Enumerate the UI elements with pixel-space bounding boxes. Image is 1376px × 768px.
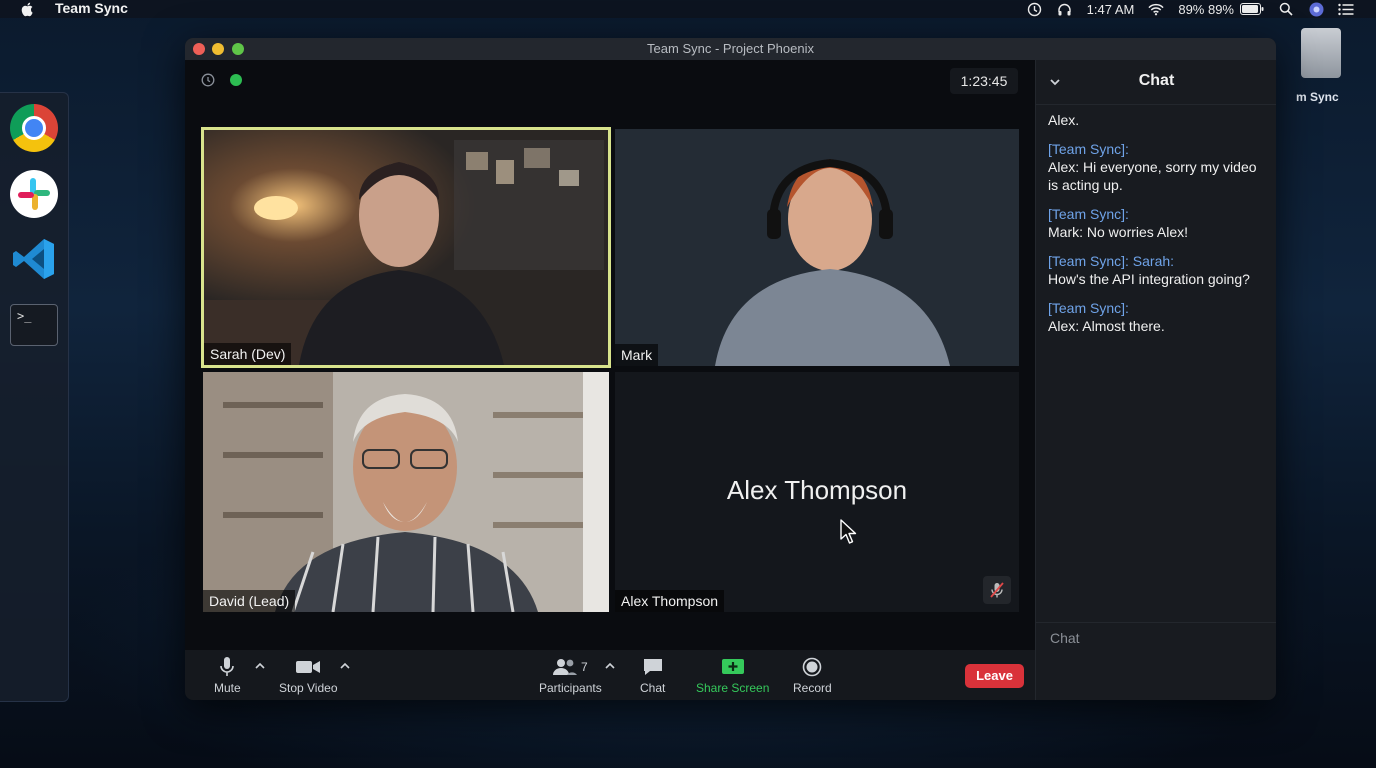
chat-header: Chat [1036,60,1276,105]
participant-name: Alex Thompson [615,590,725,612]
message-sender: [Team Sync]: [1048,206,1129,222]
meeting-timer: 1:23:45 [950,68,1018,94]
meeting-info-icon[interactable] [201,73,215,87]
siri-icon[interactable] [1308,1,1324,17]
meeting-info-bar: 1:23:45 [185,60,1035,104]
hard-drive-icon[interactable] [1301,28,1341,78]
participant-video-mark [615,129,1019,366]
participant-display-name: Alex Thompson [726,475,908,505]
message-text: How's the API integration going? [1048,271,1250,287]
mute-label: Mute [214,681,241,695]
participant-video-sarah [204,130,608,365]
terminal-icon[interactable]: >_ [10,304,58,346]
stop-video-label: Stop Video [279,681,338,695]
mouse-cursor-icon [840,519,857,544]
message-sender: [Team Sync]: [1048,300,1129,316]
participants-options-caret-icon[interactable] [604,660,616,672]
menu-bar: Team Sync 1:47 AM 89% 89% [0,0,1376,18]
chat-message: [Team Sync]: Mark: No worries Alex! [1048,205,1270,241]
video-tile-sarah[interactable]: Sarah (Dev) [201,127,611,368]
share-screen-label: Share Screen [696,681,770,695]
chat-message: [Team Sync]: Alex: Hi everyone, sorry my… [1048,140,1270,194]
battery-percent: 89% 89% [1178,1,1234,17]
microphone-icon [219,656,235,678]
clock[interactable]: 1:47 AM [1087,2,1135,17]
headphones-icon[interactable] [1057,1,1073,17]
notification-center-icon[interactable] [1338,1,1354,17]
video-tile-mark[interactable]: Mark [615,129,1019,366]
participants-count: 7 [581,660,588,674]
record-icon [802,656,822,678]
message-sender: [Team Sync]: Sarah: [1048,253,1175,269]
message-text: Alex: Hi everyone, sorry my video is act… [1048,159,1257,193]
stop-video-button[interactable]: Stop Video [279,656,338,695]
window-title: Team Sync - Project Phoenix [647,41,814,56]
wifi-icon[interactable] [1148,1,1164,17]
participant-name: David (Lead) [203,590,296,612]
leave-button[interactable]: Leave [965,664,1024,688]
chat-messages: Alex. [Team Sync]: Alex: Hi everyone, so… [1048,111,1270,346]
spotlight-search-icon[interactable] [1278,1,1294,17]
participant-video-david [203,372,609,612]
mute-button[interactable]: Mute [214,656,241,695]
terminal-prompt: >_ [17,309,32,323]
battery-status[interactable]: 89% 89% [1178,2,1264,17]
message-sender: [Team Sync]: [1048,141,1129,157]
drive-label[interactable]: m Sync [1296,90,1339,104]
participant-name: Mark [615,344,659,366]
participants-icon-group: 7 [553,656,588,678]
video-tile-alex[interactable]: Alex Thompson Alex Thompson [615,372,1019,612]
slack-icon[interactable] [10,170,58,218]
chat-input[interactable] [1036,623,1276,653]
vscode-icon[interactable] [10,235,58,283]
video-camera-icon [295,656,321,678]
app-name[interactable]: Team Sync [55,0,128,17]
dock: >_ [0,92,69,702]
participants-button[interactable]: 7 Participants [539,656,602,695]
audio-options-caret-icon[interactable] [254,660,266,672]
chat-message: [Team Sync]: Alex: Almost there. [1048,299,1270,335]
participant-name: Sarah (Dev) [204,343,292,365]
muted-microphone-icon [983,576,1011,604]
battery-icon [1240,3,1264,15]
video-tile-david[interactable]: David (Lead) [203,372,609,612]
chat-bubble-icon [642,656,664,678]
time-machine-icon[interactable] [1027,1,1043,17]
chat-input-area [1036,622,1276,700]
chat-label: Chat [640,681,666,695]
chat-message: Alex. [1048,111,1270,129]
connection-status-dot[interactable] [230,74,242,86]
chat-message: [Team Sync]: Sarah: How's the API integr… [1048,252,1270,288]
message-text: Alex. [1048,112,1080,128]
record-label: Record [793,681,832,695]
message-text: Alex: Almost there. [1048,318,1165,334]
chat-title: Chat [1138,72,1175,89]
message-text: Mark: No worries Alex! [1048,224,1189,240]
meeting-window: Team Sync - Project Phoenix 1:23:45 Sara… [185,38,1276,700]
meeting-controls: Mute Stop Video 7 Participants Chat Shar… [185,650,1035,700]
record-button[interactable]: Record [793,656,832,695]
title-bar[interactable]: Team Sync - Project Phoenix [185,38,1276,60]
status-area: 1:47 AM 89% 89% [1027,0,1354,18]
share-screen-button[interactable]: Share Screen [696,656,769,695]
participants-label: Participants [539,681,602,695]
video-options-caret-icon[interactable] [339,660,351,672]
share-screen-icon [721,656,745,678]
participants-icon [553,659,577,675]
chat-panel: Chat Alex. [Team Sync]: Alex: Hi everyon… [1035,60,1276,700]
chat-button[interactable]: Chat [640,656,665,695]
apple-menu-icon[interactable] [20,0,36,18]
chrome-icon[interactable] [10,104,58,152]
